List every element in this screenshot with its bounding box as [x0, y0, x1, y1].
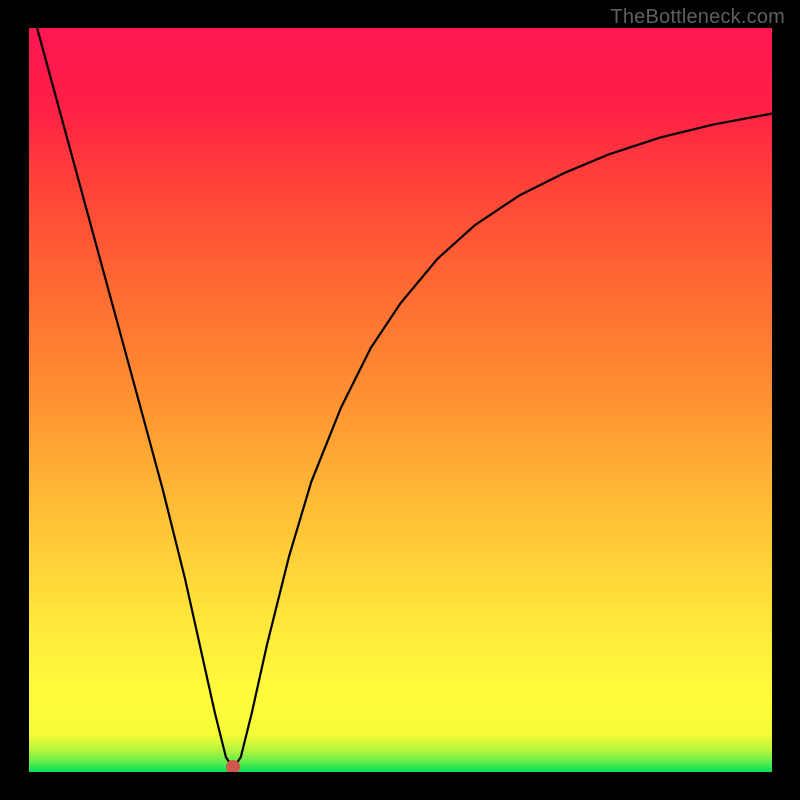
chart-frame: TheBottleneck.com	[0, 0, 800, 800]
watermark-text: TheBottleneck.com	[610, 6, 785, 29]
plot-area	[29, 28, 772, 772]
curve-svg	[29, 28, 772, 772]
bottleneck-curve	[29, 28, 772, 768]
minimum-marker-dot	[226, 760, 240, 772]
